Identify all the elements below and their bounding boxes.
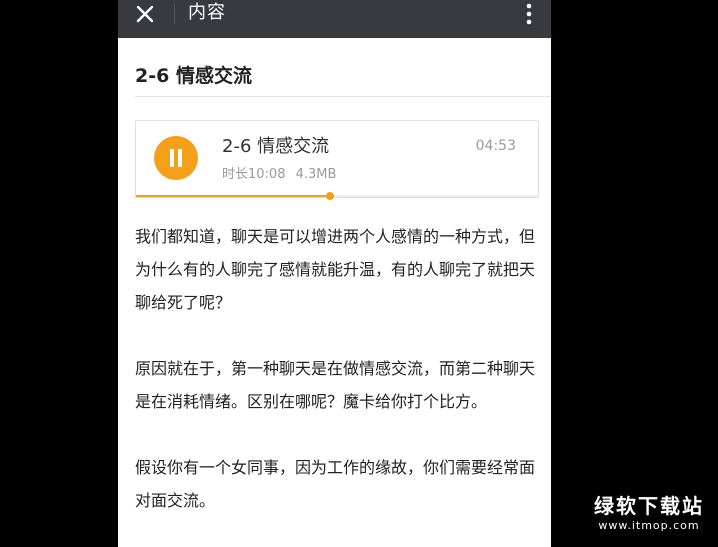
audio-meta: 时长10:08 4.3MB [222,166,336,184]
close-icon [136,5,154,23]
article-body: 我们都知道，聊天是可以增进两个人感情的一种方式，但为什么有的人聊完了感情就能升温… [135,220,545,547]
article-title: 2-6 情感交流 [135,65,252,87]
article-paragraph: 假设你有一个女同事，因为工作的缘故，你们需要经常面对面交流。 [135,458,536,510]
screen: 内容 2-6 情感交流 2-6 情感交流 时长10:08 4.3MB 04:53… [0,0,718,547]
audio-progress-fill [136,195,330,197]
pause-button[interactable] [154,136,198,180]
page-title: 内容 [188,2,226,23]
watermark-url: www.itmop.com [598,519,700,532]
article-paragraph: 我们都知道，聊天是可以增进两个人感情的一种方式，但为什么有的人聊完了感情就能升温… [135,227,536,312]
article-view: 内容 2-6 情感交流 2-6 情感交流 时长10:08 4.3MB 04:53… [118,0,551,547]
audio-progress-thumb[interactable] [325,192,334,200]
topbar-divider [174,4,175,24]
audio-progress-bar[interactable] [136,192,538,200]
article-paragraph: 原因就在于，第一种聊天是在做情感交流，而第二种聊天是在消耗情绪。区别在哪呢？魔卡… [135,359,536,411]
more-menu-button[interactable] [517,0,541,28]
audio-size: 4.3MB [295,167,337,182]
pause-icon [170,149,182,167]
title-divider [135,96,551,97]
watermark-logo-text: 绿软下载站 [594,494,704,518]
audio-player-card[interactable]: 2-6 情感交流 时长10:08 4.3MB 04:53 [135,120,539,200]
audio-duration: 时长10:08 [222,167,286,182]
site-watermark: 绿软下载站 www.itmop.com [594,493,704,533]
audio-current-time: 04:53 [475,138,516,154]
top-bar: 内容 [118,0,551,38]
more-vertical-icon [526,3,532,25]
audio-title: 2-6 情感交流 [222,136,330,157]
close-button[interactable] [130,0,160,28]
